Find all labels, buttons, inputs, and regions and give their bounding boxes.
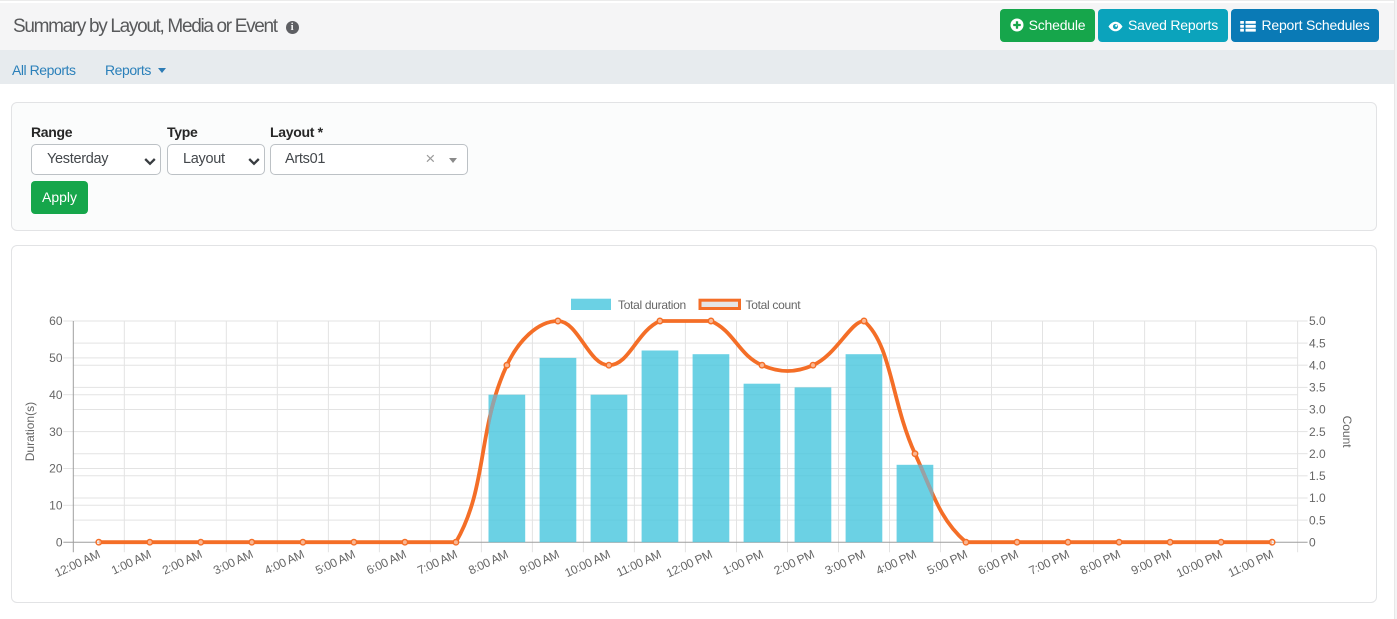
- svg-text:Count: Count: [1340, 416, 1354, 449]
- svg-text:7:00 PM: 7:00 PM: [1027, 547, 1072, 578]
- svg-text:3.5: 3.5: [1309, 381, 1326, 395]
- svg-text:12:00 AM: 12:00 AM: [52, 547, 102, 580]
- svg-text:1:00 PM: 1:00 PM: [721, 547, 766, 578]
- svg-text:5.0: 5.0: [1309, 314, 1326, 328]
- svg-text:9:00 AM: 9:00 AM: [517, 547, 561, 578]
- svg-text:20: 20: [49, 462, 63, 476]
- svg-text:1:00 AM: 1:00 AM: [109, 547, 153, 578]
- svg-text:Total duration: Total duration: [618, 298, 686, 312]
- svg-text:9:00 PM: 9:00 PM: [1129, 547, 1174, 578]
- svg-text:0: 0: [56, 535, 63, 549]
- svg-text:3:00 PM: 3:00 PM: [823, 547, 868, 578]
- svg-text:Total count: Total count: [746, 298, 802, 312]
- svg-text:12:00 PM: 12:00 PM: [664, 547, 715, 581]
- svg-text:0.5: 0.5: [1309, 513, 1326, 527]
- svg-text:2:00 AM: 2:00 AM: [160, 547, 204, 578]
- svg-text:3:00 AM: 3:00 AM: [211, 547, 255, 578]
- svg-text:40: 40: [49, 388, 63, 402]
- svg-text:5:00 AM: 5:00 AM: [313, 547, 357, 578]
- svg-text:3.0: 3.0: [1309, 403, 1326, 417]
- svg-text:30: 30: [49, 425, 63, 439]
- svg-text:1.0: 1.0: [1309, 491, 1326, 505]
- svg-text:11:00 AM: 11:00 AM: [614, 547, 663, 580]
- svg-text:8:00 PM: 8:00 PM: [1078, 547, 1123, 578]
- svg-text:4:00 PM: 4:00 PM: [874, 547, 919, 578]
- svg-text:60: 60: [49, 314, 63, 328]
- svg-text:4.0: 4.0: [1309, 358, 1326, 372]
- svg-text:10:00 AM: 10:00 AM: [562, 547, 612, 580]
- svg-text:10:00 PM: 10:00 PM: [1174, 547, 1225, 581]
- svg-text:1.5: 1.5: [1309, 469, 1326, 483]
- svg-text:11:00 PM: 11:00 PM: [1226, 547, 1276, 580]
- svg-text:5:00 PM: 5:00 PM: [925, 547, 970, 578]
- svg-text:2.0: 2.0: [1309, 447, 1326, 461]
- svg-text:50: 50: [49, 351, 63, 365]
- svg-text:7:00 AM: 7:00 AM: [415, 547, 459, 578]
- svg-text:0: 0: [1309, 535, 1316, 549]
- svg-text:4:00 AM: 4:00 AM: [262, 547, 306, 578]
- svg-text:8:00 AM: 8:00 AM: [466, 547, 510, 578]
- svg-text:6:00 AM: 6:00 AM: [364, 547, 408, 578]
- svg-text:4.5: 4.5: [1309, 336, 1326, 350]
- svg-text:Duration(s): Duration(s): [23, 402, 37, 461]
- svg-text:6:00 PM: 6:00 PM: [976, 547, 1021, 578]
- svg-text:2.5: 2.5: [1309, 425, 1326, 439]
- svg-text:10: 10: [49, 499, 63, 513]
- svg-text:2:00 PM: 2:00 PM: [772, 547, 817, 578]
